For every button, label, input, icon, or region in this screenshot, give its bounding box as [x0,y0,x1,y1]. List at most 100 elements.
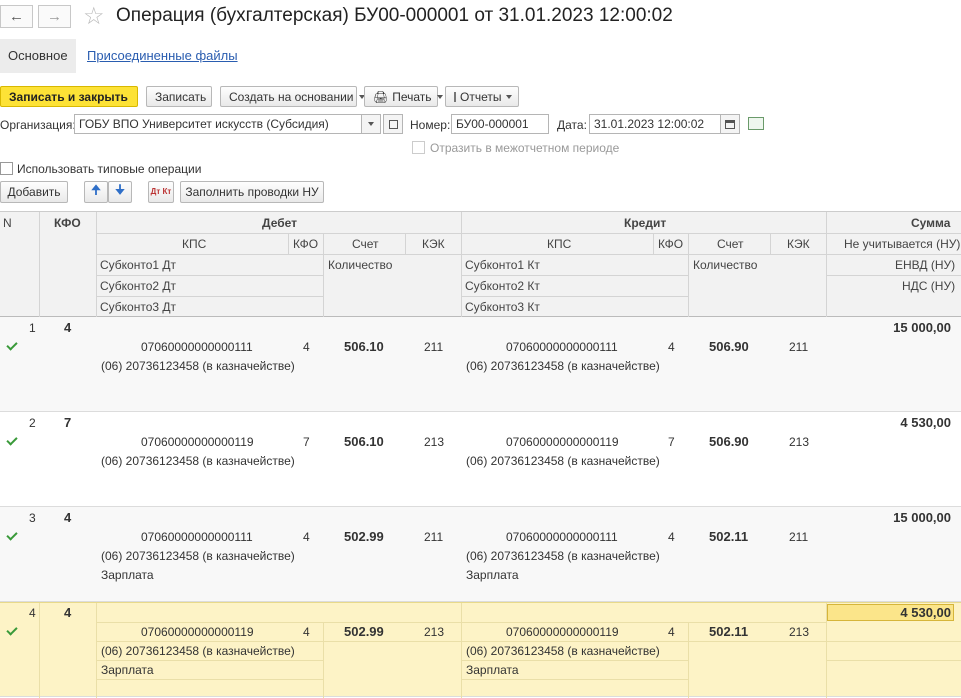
col-nds[interactable]: НДС (НУ) [902,279,955,293]
row-kt-account: 506.90 [709,339,749,354]
table-row-selected[interactable]: 4 4 4 530,00 07060000000000119 4 502.99 … [0,602,961,698]
calendar-button[interactable] [720,114,740,134]
row-dt-kfo: 7 [303,435,310,449]
row-kfo: 7 [64,415,72,430]
reports-button[interactable]: Отчеты [445,86,519,107]
row-kt-account: 502.11 [709,624,749,639]
page-title: Операция (бухгалтерская) БУ00-000001 от … [116,5,673,26]
col-sub3-dt[interactable]: Субконто3 Дт [100,300,176,314]
col-kfo[interactable]: КФО [54,216,81,230]
row-dt-kps: 07060000000000111 [141,340,253,354]
row-kt-kfo: 4 [668,530,675,544]
create-based-label: Создать на основании [229,89,354,104]
intercom-period-checkbox[interactable] [412,141,425,154]
chevron-down-icon [368,122,374,126]
row-dt-kps: 07060000000000119 [141,435,254,449]
reports-label: Отчеты [460,89,502,104]
row-dt-kek: 213 [424,435,445,449]
col-n[interactable]: N [3,216,12,230]
row-kfo: 4 [64,320,72,335]
row-kt-kek: 211 [789,340,809,354]
row-dt-kek: 213 [424,625,445,639]
col-kt-kek[interactable]: КЭК [787,237,810,251]
org-open-button[interactable] [383,114,403,134]
comment-icon[interactable] [748,117,764,130]
intercom-period-label: Отразить в межотчетном периоде [430,141,620,155]
org-dropdown-button[interactable] [361,114,381,134]
col-debit[interactable]: Дебет [262,216,297,230]
col-kt-account[interactable]: Счет [717,237,744,251]
row-dt-account: 502.99 [344,624,384,639]
col-credit[interactable]: Кредит [624,216,666,230]
row-dt-sub1: (06) 20736123458 (в казначействе) [101,454,295,468]
org-input[interactable]: ГОБУ ВПО Университет искусств (Субсидия) [74,114,362,134]
col-kt-qty[interactable]: Количество [693,258,757,272]
col-dt-kek[interactable]: КЭК [422,237,445,251]
org-label: Организация: [0,118,76,132]
col-sum[interactable]: Сумма [911,216,950,230]
col-sub1-kt[interactable]: Субконто1 Кт [465,258,540,272]
row-dt-kfo: 4 [303,530,310,544]
row-dt-kfo: 4 [303,340,310,354]
row-kt-sub1: (06) 20736123458 (в казначействе) [466,549,660,563]
table-row[interactable]: 3 4 15 000,00 07060000000000111 4 502.99… [0,507,961,602]
arrow-down-icon: 🠋 [114,182,126,197]
save-button[interactable]: Записать [146,86,212,107]
print-label: Печать [392,89,432,104]
add-button[interactable]: Добавить [0,181,68,203]
row-kt-kps: 07060000000000119 [506,435,619,449]
fill-entries-button[interactable]: Заполнить проводки НУ [180,181,324,203]
col-kt-kfo[interactable]: КФО [658,237,683,251]
open-link-icon [388,119,398,129]
create-based-button[interactable]: Создать на основании [220,86,365,107]
row-kt-sub1: (06) 20736123458 (в казначействе) [466,359,660,373]
row-kt-kps: 07060000000000111 [506,340,618,354]
row-sum[interactable]: 4 530,00 [900,605,951,620]
move-up-button[interactable]: 🠉 [84,181,108,203]
tab-main[interactable]: Основное [8,41,68,71]
row-dt-account: 506.10 [344,339,384,354]
forward-button[interactable]: → [38,5,71,28]
print-button[interactable]: 🖨 Печать [364,86,443,107]
dt-kt-button[interactable]: Дт Кт [148,181,174,203]
col-dt-kps[interactable]: КПС [182,237,206,251]
typical-operations-label: Использовать типовые операции [17,162,202,176]
row-kt-kfo: 4 [668,625,675,639]
row-kt-kek: 213 [789,435,810,449]
table-row[interactable]: 2 7 4 530,00 07060000000000119 7 506.10 … [0,412,961,507]
col-dt-account[interactable]: Счет [352,237,379,251]
row-kfo: 4 [64,605,72,620]
report-chart-icon [454,91,456,102]
move-down-button[interactable]: 🠋 [108,181,132,203]
table-row[interactable]: 1 4 15 000,00 07060000000000111 4 506.10… [0,317,961,412]
typical-operations-checkbox[interactable] [0,162,13,175]
favorite-star-icon[interactable]: ☆ [83,2,105,31]
tab-attached-files[interactable]: Присоединенные файлы [87,41,238,71]
row-kt-sub1: (06) 20736123458 (в казначействе) [466,644,660,658]
row-kt-kfo: 7 [668,435,675,449]
row-dt-kfo: 4 [303,625,310,639]
date-input[interactable]: 31.01.2023 12:00:02 [589,114,721,134]
back-button[interactable]: ← [0,5,33,28]
row-dt-kek: 211 [424,530,444,544]
save-close-button[interactable]: Записать и закрыть [0,86,138,107]
col-sub1-dt[interactable]: Субконто1 Дт [100,258,176,272]
col-sub2-kt[interactable]: Субконто2 Кт [465,279,540,293]
col-kt-kps[interactable]: КПС [547,237,571,251]
row-kt-kps: 07060000000000119 [506,625,619,639]
col-sub2-dt[interactable]: Субконто2 Дт [100,279,176,293]
col-dt-kfo[interactable]: КФО [293,237,318,251]
col-dt-qty[interactable]: Количество [328,258,392,272]
row-kt-sub1: (06) 20736123458 (в казначействе) [466,454,660,468]
row-kt-sub2: Зарплата [466,568,519,582]
row-dt-sub1: (06) 20736123458 (в казначействе) [101,549,295,563]
row-kt-sub2: Зарплата [466,663,519,677]
row-kt-kfo: 4 [668,340,675,354]
number-input[interactable]: БУ00-000001 [451,114,549,134]
col-sub3-kt[interactable]: Субконто3 Кт [465,300,540,314]
col-not-counted[interactable]: Не учитывается (НУ) [844,237,960,251]
calendar-icon [725,119,735,129]
row-kt-account: 506.90 [709,434,749,449]
row-dt-kek: 211 [424,340,444,354]
col-envd[interactable]: ЕНВД (НУ) [895,258,955,272]
